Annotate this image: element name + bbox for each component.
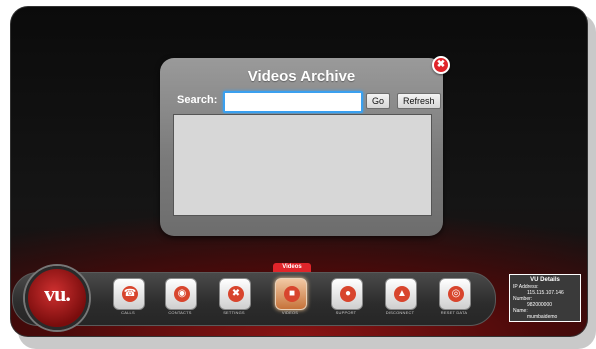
contacts-icon: ◉ <box>174 286 190 302</box>
vu-details-title: VU Details <box>530 277 560 283</box>
dock-item-videos[interactable]: ■ VIDEOS <box>273 278 307 316</box>
name-value: mumbaidemo <box>527 314 558 320</box>
dock-item-reset-data[interactable]: ◎ RESET DATA <box>437 278 471 316</box>
go-button[interactable]: Go <box>366 93 391 109</box>
dock-label: CALLS <box>121 310 135 315</box>
dock-label: VIDEOS <box>281 310 299 315</box>
vu-details-panel: VU Details IP Address: 115.115.107.146 N… <box>509 274 581 322</box>
active-tab-tag: Videos <box>273 263 311 272</box>
search-input[interactable] <box>223 91 363 113</box>
refresh-button[interactable]: Refresh <box>397 93 441 109</box>
dock-item-contacts[interactable]: ◉ CONTACTS <box>163 278 197 316</box>
dock-label: CONTACTS <box>168 310 192 315</box>
dock-item-settings[interactable]: ✖ SETTINGS <box>217 278 251 316</box>
dock-item-support[interactable]: ● SUPPORT <box>329 278 363 316</box>
dock-label: RESET DATA <box>440 310 468 315</box>
dock-label: DISCONNECT <box>385 310 415 315</box>
dock-item-disconnect[interactable]: ▲ DISCONNECT <box>383 278 417 316</box>
dock-item-calls[interactable]: ☎ CALLS <box>111 278 145 316</box>
settings-icon: ✖ <box>228 286 244 302</box>
videos-archive-dialog: Videos Archive Search: Go Refresh <box>160 58 443 236</box>
dock-label: SETTINGS <box>223 310 245 315</box>
search-label: Search: <box>177 94 218 106</box>
dock-label: SUPPORT <box>335 310 357 315</box>
phone-icon: ☎ <box>122 286 138 302</box>
disconnect-icon: ▲ <box>394 286 410 302</box>
reset-icon: ◎ <box>448 286 464 302</box>
video-icon: ■ <box>284 286 300 302</box>
results-list <box>173 114 432 216</box>
support-icon: ● <box>340 286 356 302</box>
vu-logo: vu. <box>25 266 89 330</box>
dialog-title: Videos Archive <box>247 68 356 85</box>
close-icon[interactable]: ✖ <box>432 56 450 74</box>
logo-text: vu. <box>44 281 71 306</box>
